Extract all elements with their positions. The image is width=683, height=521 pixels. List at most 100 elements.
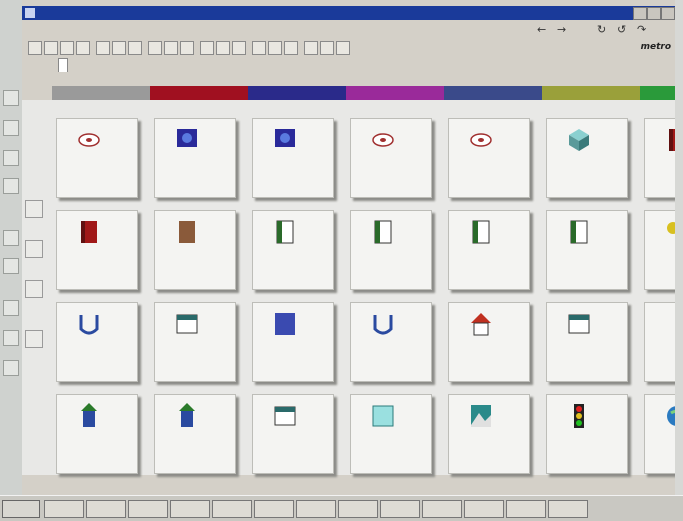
tile-1[interactable] <box>56 118 138 198</box>
taskbar-item[interactable] <box>86 500 126 518</box>
tile-10[interactable] <box>252 210 334 290</box>
taskbar-item[interactable] <box>128 500 168 518</box>
taskbar-item[interactable] <box>44 500 84 518</box>
launcher-panel <box>22 100 675 475</box>
menu-bar: ← → ↻ ↺ ↷ <box>22 22 675 38</box>
tab-3[interactable] <box>188 58 196 71</box>
side-tool-button[interactable] <box>25 240 43 258</box>
tile-23[interactable] <box>154 394 236 474</box>
tile-2[interactable] <box>154 118 236 198</box>
desktop-icon[interactable] <box>3 258 19 274</box>
monitor-icon <box>273 127 297 153</box>
align-right-icon[interactable] <box>232 41 246 55</box>
tile-12[interactable] <box>448 210 530 290</box>
back-arrow-icon[interactable]: ← <box>537 24 549 36</box>
redo-icon[interactable]: ↷ <box>637 24 649 36</box>
desktop-icon[interactable] <box>3 178 19 194</box>
cut-icon[interactable] <box>96 41 110 55</box>
tile-27[interactable] <box>546 394 628 474</box>
desktop-icon[interactable] <box>3 120 19 136</box>
draw-icon[interactable] <box>284 41 298 55</box>
tile-28[interactable] <box>644 394 675 474</box>
desktop-icon[interactable] <box>3 330 19 346</box>
tile-3[interactable] <box>252 118 334 198</box>
underline-icon[interactable] <box>180 41 194 55</box>
maximize-button[interactable] <box>647 7 661 20</box>
new-icon[interactable] <box>28 41 42 55</box>
close-button[interactable] <box>661 7 675 20</box>
left-desktop-strip <box>0 0 22 520</box>
tile-7[interactable] <box>644 118 675 198</box>
tile-26[interactable] <box>448 394 530 474</box>
book-icon <box>567 219 591 245</box>
taskbar-item[interactable] <box>380 500 420 518</box>
tile-25[interactable] <box>350 394 432 474</box>
desktop-icon[interactable] <box>3 90 19 106</box>
desktop-icon[interactable] <box>3 360 19 376</box>
forward-arrow-icon[interactable]: → <box>557 24 569 36</box>
tile-5[interactable] <box>448 118 530 198</box>
find-icon[interactable] <box>304 41 318 55</box>
paste-icon[interactable] <box>128 41 142 55</box>
copy-icon[interactable] <box>112 41 126 55</box>
refresh-icon[interactable]: ↻ <box>597 24 609 36</box>
tile-11[interactable] <box>350 210 432 290</box>
tile-22[interactable] <box>56 394 138 474</box>
u-shape-icon <box>371 311 395 337</box>
taskbar-item[interactable] <box>254 500 294 518</box>
calendar-icon <box>175 311 199 337</box>
tile-21[interactable] <box>644 302 675 382</box>
minimize-button[interactable] <box>633 7 647 20</box>
desktop-icon[interactable] <box>3 300 19 316</box>
tab-2[interactable] <box>112 58 120 71</box>
table-icon[interactable] <box>252 41 266 55</box>
print-icon[interactable] <box>76 41 90 55</box>
bold-icon[interactable] <box>148 41 162 55</box>
start-button[interactable] <box>2 500 40 518</box>
tile-17[interactable] <box>252 302 334 382</box>
tile-15[interactable] <box>56 302 138 382</box>
tile-19[interactable] <box>448 302 530 382</box>
side-tool-button[interactable] <box>25 200 43 218</box>
key-icon <box>665 219 675 245</box>
taskbar-item[interactable] <box>506 500 546 518</box>
side-tool-button[interactable] <box>25 280 43 298</box>
tab-1[interactable] <box>58 58 68 72</box>
book-icon <box>469 219 493 245</box>
tile-24[interactable] <box>252 394 334 474</box>
side-tool-button[interactable] <box>25 330 43 348</box>
chart-icon[interactable] <box>268 41 282 55</box>
tile-9[interactable] <box>154 210 236 290</box>
taskbar-item[interactable] <box>212 500 252 518</box>
tile-13[interactable] <box>546 210 628 290</box>
grid-icon <box>273 311 297 337</box>
taskbar-item[interactable] <box>338 500 378 518</box>
book-icon <box>371 219 395 245</box>
taskbar-item[interactable] <box>170 500 210 518</box>
disc-icon <box>371 127 395 153</box>
tile-14[interactable] <box>644 210 675 290</box>
tile-20[interactable] <box>546 302 628 382</box>
taskbar-item[interactable] <box>464 500 504 518</box>
help-icon[interactable] <box>336 41 350 55</box>
open-icon[interactable] <box>44 41 58 55</box>
zoom-icon[interactable] <box>320 41 334 55</box>
tile-8[interactable] <box>56 210 138 290</box>
right-edge <box>675 0 683 520</box>
tile-16[interactable] <box>154 302 236 382</box>
house-icon <box>469 311 493 337</box>
taskbar-item[interactable] <box>296 500 336 518</box>
align-center-icon[interactable] <box>216 41 230 55</box>
desktop-icon[interactable] <box>3 150 19 166</box>
undo-icon[interactable]: ↺ <box>617 24 629 36</box>
tile-6[interactable] <box>546 118 628 198</box>
tile-4[interactable] <box>350 118 432 198</box>
italic-icon[interactable] <box>164 41 178 55</box>
calendar-icon <box>273 403 297 429</box>
taskbar-item[interactable] <box>548 500 588 518</box>
align-left-icon[interactable] <box>200 41 214 55</box>
desktop-icon[interactable] <box>3 230 19 246</box>
taskbar-item[interactable] <box>422 500 462 518</box>
save-icon[interactable] <box>60 41 74 55</box>
tile-18[interactable] <box>350 302 432 382</box>
